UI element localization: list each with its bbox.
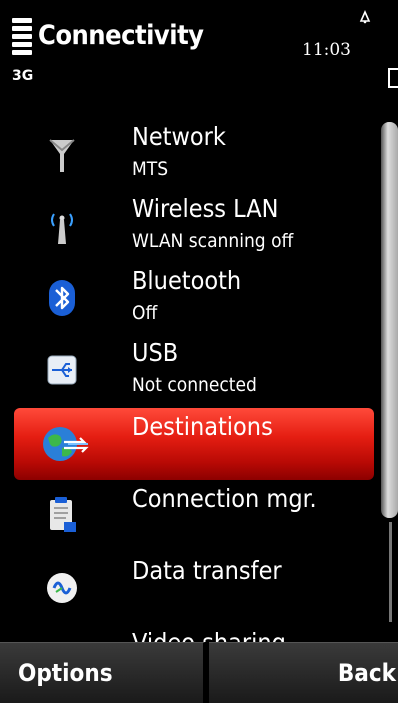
usb-icon [47, 355, 77, 385]
list-item-label: Network [132, 122, 226, 151]
list-item-usb[interactable]: USB Not connected [0, 334, 380, 406]
softkey-bar: Options Back [0, 642, 398, 703]
page-title: Connectivity [38, 20, 204, 51]
list-item-label: Destinations [132, 412, 273, 441]
sync-icon [47, 573, 77, 603]
network-type: 3G [12, 68, 34, 84]
list-item-network[interactable]: Network MTS [0, 118, 380, 190]
list-item-label: USB [132, 338, 179, 367]
list-item-label: Wireless LAN [132, 194, 279, 223]
list-item-label: Data transfer [132, 556, 282, 585]
list-item-subtitle: Not connected [132, 374, 257, 396]
back-button[interactable]: Back [209, 642, 398, 703]
list-item-destinations[interactable]: Destinations [14, 408, 374, 480]
signal-strength-icon [12, 18, 32, 62]
globe-icon [43, 427, 89, 461]
battery-icon [388, 68, 398, 88]
alarm-icon [359, 10, 371, 24]
list-item-connection-mgr[interactable]: Connection mgr. [0, 480, 380, 552]
clipboard-icon [50, 497, 76, 532]
antenna-icon [49, 139, 75, 172]
list-item-subtitle: Off [132, 302, 158, 324]
list-item-video-sharing[interactable]: Video sharing [0, 624, 380, 642]
list-item-subtitle: MTS [132, 158, 169, 180]
scrollbar-thumb[interactable] [381, 122, 398, 518]
wlan-icon [51, 213, 73, 244]
list-item-bluetooth[interactable]: Bluetooth Off [0, 262, 380, 334]
title-bar: Connectivity 11:03 3G [0, 0, 398, 110]
list-item-label: Connection mgr. [132, 484, 317, 513]
screen: Connectivity 11:03 3G Network MTS Wirele… [0, 0, 398, 703]
options-label: Options [18, 659, 113, 687]
list-item-wireless-lan[interactable]: Wireless LAN WLAN scanning off [0, 190, 380, 262]
clock: 11:03 [302, 40, 351, 60]
list-item-label: Bluetooth [132, 266, 242, 295]
list-item-label: Video sharing [132, 628, 286, 642]
scrollbar-track[interactable] [389, 522, 392, 622]
back-label: Back [337, 659, 396, 687]
list-item-data-transfer[interactable]: Data transfer [0, 552, 380, 624]
list-item-subtitle: WLAN scanning off [132, 230, 294, 252]
bluetooth-icon [49, 280, 75, 316]
options-button[interactable]: Options [0, 642, 205, 703]
